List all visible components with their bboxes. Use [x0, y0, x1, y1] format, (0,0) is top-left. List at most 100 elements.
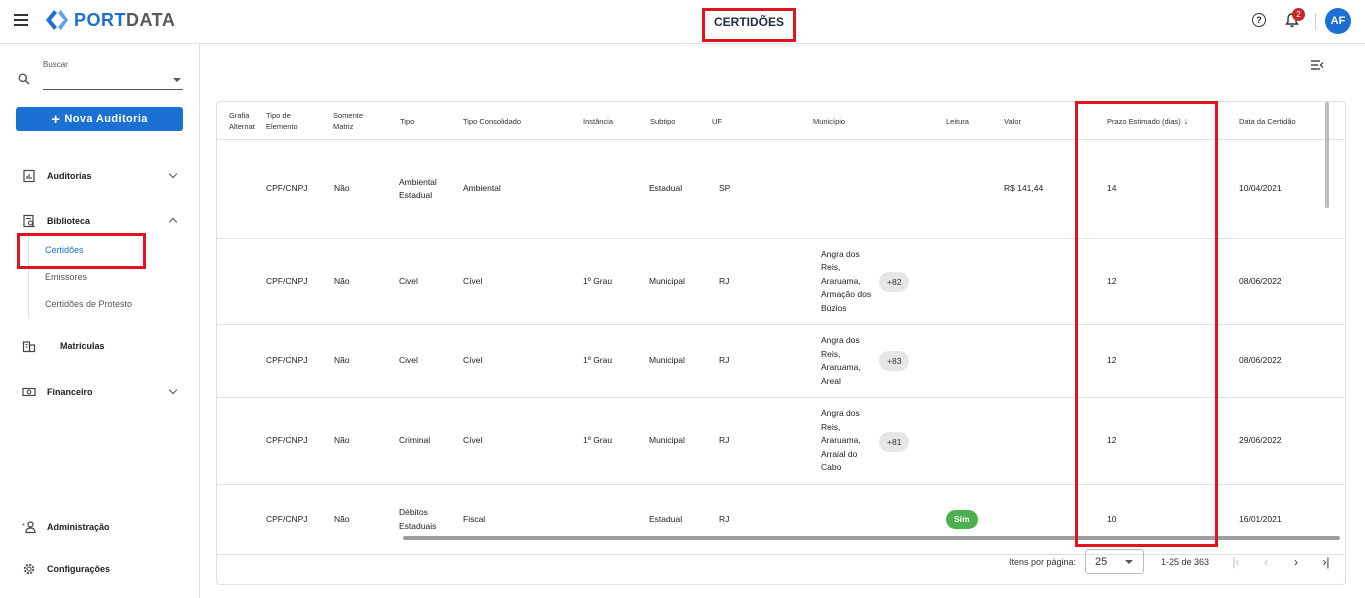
page-range-label: 1-25 de 363 — [1161, 557, 1210, 567]
cell-instancia — [583, 140, 633, 238]
cell-somente-matriz: Não — [334, 183, 350, 194]
column-header[interactable]: Município — [813, 102, 873, 140]
cell-uf: RJ — [719, 275, 730, 286]
admin-icon: * — [22, 521, 36, 534]
cell-tipo: Ambiental Estadual — [399, 176, 437, 201]
chevron-down-icon — [1125, 560, 1133, 564]
search-icon — [18, 73, 30, 85]
column-header[interactable]: Tipo Consolidado — [463, 102, 553, 140]
svg-text:*: * — [22, 523, 25, 530]
column-header[interactable]: Grafia Alternat — [229, 102, 259, 140]
page-size-select[interactable]: 25 — [1085, 549, 1144, 574]
cell-somente-matriz: Não — [334, 355, 350, 366]
municipio-more-chip[interactable]: +81 — [879, 432, 910, 452]
cell-tipo-elemento: CPF/CNPJ — [266, 355, 308, 366]
column-menu-icon[interactable] — [1310, 59, 1324, 71]
column-header[interactable]: UF — [712, 102, 732, 140]
last-page-icon[interactable]: ›| — [1319, 555, 1333, 569]
cell-municipio: Angra dos Reis, Araruama, Arraial do Cab… — [821, 408, 861, 473]
cell-tipo-consolidado: Fiscal — [463, 513, 486, 524]
cell-subtipo: Municipal — [649, 275, 685, 286]
cell-somente-matriz: Não — [334, 275, 350, 286]
cell-data: 16/01/2021 — [1239, 513, 1282, 524]
cell-uf: RJ — [719, 355, 730, 366]
cell-subtipo: Estadual — [649, 183, 683, 194]
cell-uf: RJ — [719, 435, 730, 446]
cell-somente-matriz: Não — [334, 435, 350, 446]
column-header[interactable]: Valor — [1004, 102, 1044, 140]
cell-tipo-consolidado: Ambiental — [463, 183, 501, 194]
sidebar-subitem-emissores[interactable]: Emissores — [45, 272, 87, 282]
cell-tipo-consolidado: Cível — [463, 275, 483, 286]
sidebar-item-administracao[interactable]: * Administração — [16, 517, 186, 537]
cell-instancia: 1º Grau — [583, 275, 613, 286]
chevron-down-icon — [168, 169, 178, 179]
sidebar-item-matriculas[interactable]: Matrículas — [16, 336, 186, 356]
column-header[interactable]: Somente Matriz — [333, 102, 378, 140]
next-page-icon[interactable]: › — [1289, 555, 1303, 569]
cell-data: 10/04/2021 — [1239, 183, 1282, 194]
municipio-more-chip[interactable]: +82 — [879, 272, 910, 292]
sidebar-item-biblioteca[interactable]: Biblioteca — [16, 211, 186, 231]
cell-tipo-elemento: CPF/CNPJ — [266, 513, 308, 524]
chevron-down-icon[interactable] — [173, 78, 181, 82]
search-input[interactable] — [43, 72, 183, 90]
items-per-page-label: Itens por página: — [1009, 557, 1077, 567]
column-header[interactable]: Instância — [583, 102, 633, 140]
municipio-more-chip[interactable]: +83 — [879, 351, 910, 371]
cell-subtipo: Estadual — [649, 513, 683, 524]
new-audit-button[interactable]: + Nova Auditoria — [16, 107, 183, 131]
sidebar-item-configuracoes[interactable]: Configurações — [16, 559, 186, 579]
column-header[interactable]: Leitura — [946, 102, 986, 140]
cell-instancia: 1º Grau — [583, 355, 613, 366]
certidoes-highlight-box — [17, 233, 146, 269]
column-header[interactable]: Data da Certidão — [1239, 102, 1319, 140]
cell-tipo: Criminal — [399, 435, 431, 446]
sidebar-item-auditorias[interactable]: Auditorias — [16, 166, 186, 186]
chevron-up-icon — [168, 217, 178, 227]
cell-uf: SP — [719, 183, 731, 194]
cell-instancia: 1º Grau — [583, 435, 613, 446]
sidebar-subitem-certidoes-de-protesto[interactable]: Certidões de Protesto — [45, 299, 132, 309]
plus-icon: + — [51, 110, 61, 128]
library-icon — [23, 214, 35, 228]
cell-data: 08/06/2022 — [1239, 275, 1282, 286]
search-label: Buscar — [43, 60, 68, 69]
cell-subtipo: Municipal — [649, 435, 685, 446]
previous-page-icon[interactable]: ‹ — [1259, 555, 1273, 569]
sidebar-item-financeiro[interactable]: Financeiro — [16, 382, 186, 402]
column-header[interactable]: Tipo de Elemento — [266, 102, 316, 140]
cell-tipo-elemento: CPF/CNPJ — [266, 275, 308, 286]
cell-tipo: Civel — [399, 355, 418, 366]
sidebar: Buscar + Nova Auditoria Auditorias Bibli… — [0, 44, 200, 598]
portdata-logo-icon — [46, 10, 68, 30]
cell-municipio: Angra dos Reis, Araruama, Areal — [821, 335, 861, 386]
cell-tipo-consolidado: Cível — [463, 355, 483, 366]
column-header[interactable]: Subtipo — [650, 102, 690, 140]
leitura-badge: Sim — [946, 510, 978, 529]
vertical-scrollbar[interactable] — [1325, 102, 1329, 208]
cell-municipio: Angra dos Reis, Araruama, Armação dos Bú… — [821, 248, 872, 313]
menu-icon[interactable] — [14, 14, 28, 26]
cell-tipo: Débitos Estaduais — [399, 507, 437, 531]
first-page-icon[interactable]: |‹ — [1229, 555, 1243, 569]
cell-data: 08/06/2022 — [1239, 355, 1282, 366]
report-icon — [23, 169, 35, 183]
cell-leitura: Sim — [946, 485, 986, 554]
cell-tipo-consolidado: Cível — [463, 435, 483, 446]
logo[interactable]: PORTDATA — [44, 9, 175, 31]
building-icon — [22, 341, 36, 353]
cell-subtipo: Municipal — [649, 355, 685, 366]
notification-count-badge: 2 — [1292, 8, 1305, 21]
help-icon[interactable]: ? — [1252, 13, 1266, 27]
money-icon — [22, 387, 36, 397]
user-avatar[interactable]: AF — [1325, 8, 1351, 34]
prazo-column-highlight-box — [1075, 101, 1218, 547]
cell-tipo: Civel — [399, 275, 418, 286]
cell-tipo-elemento: CPF/CNPJ — [266, 435, 308, 446]
gear-icon — [23, 563, 35, 575]
cell-somente-matriz: Não — [334, 513, 350, 524]
cell-tipo-elemento: CPF/CNPJ — [266, 183, 308, 194]
column-header[interactable]: Tipo — [400, 102, 440, 140]
chevron-down-icon — [168, 385, 178, 395]
